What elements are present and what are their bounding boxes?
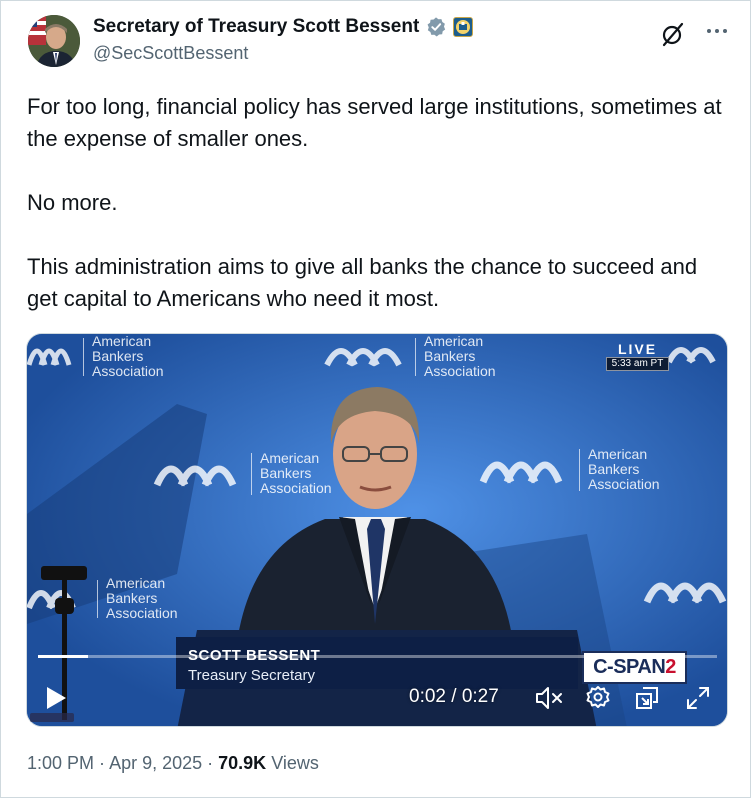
video-progress-bar[interactable]: [38, 655, 717, 658]
network-number: 2: [665, 656, 676, 678]
logo-divider: [97, 579, 98, 618]
aba-logo-icon: [666, 336, 727, 371]
aba-logo-icon: [643, 566, 727, 615]
views-count: 70.9K: [218, 753, 267, 773]
logo-text: American Bankers Association: [92, 333, 164, 379]
speaker-figure: [235, 387, 515, 659]
live-indicator: LIVE 5:33 am PT: [606, 341, 669, 371]
live-time: 5:33 am PT: [606, 357, 669, 371]
aba-logo-icon: [27, 335, 75, 378]
tweet-date[interactable]: Apr 9, 2025: [109, 753, 202, 773]
video-progress-fill: [38, 655, 89, 658]
avatar[interactable]: [28, 15, 80, 67]
author-handle[interactable]: @SecScottBessent: [93, 43, 248, 64]
corner-watermark: [30, 713, 74, 722]
backdrop-logo: American Bankers Association: [27, 334, 164, 379]
video-time: 0:02 / 0:27: [409, 686, 499, 707]
author-name[interactable]: Secretary of Treasury Scott Bessent: [93, 16, 419, 38]
views-label: Views: [266, 753, 319, 773]
author-name-line[interactable]: Secretary of Treasury Scott Bessent: [93, 15, 474, 39]
logo-divider: [83, 337, 84, 376]
expand-icon[interactable]: [684, 684, 712, 712]
tweet-card: Secretary of Treasury Scott Bessent @Sec…: [0, 0, 751, 798]
backdrop-logo: [643, 566, 727, 615]
logo-text: American Bankers Association: [588, 446, 660, 492]
logo-divider: [579, 448, 580, 491]
gear-icon[interactable]: [584, 684, 612, 712]
network-name: C-SPAN: [593, 656, 666, 678]
logo-text: American Bankers Association: [106, 575, 178, 621]
meta-separator: ·: [94, 753, 110, 773]
play-icon[interactable]: [43, 684, 69, 712]
verified-badge-icon[interactable]: [425, 16, 447, 38]
picture-in-picture-icon[interactable]: [633, 684, 661, 712]
lower-third-title: Treasury Secretary: [188, 667, 315, 684]
meta-separator: ·: [202, 753, 219, 773]
tweet-time[interactable]: 1:00 PM: [27, 753, 94, 773]
mute-icon[interactable]: [534, 685, 564, 711]
tweet-meta: 1:00 PM · Apr 9, 2025 · 70.9K Views: [27, 753, 319, 774]
grok-icon[interactable]: [660, 21, 686, 47]
treasury-seal-icon[interactable]: [453, 17, 474, 37]
live-label: LIVE: [617, 341, 658, 357]
lower-third: SCOTT BESSENT Treasury Secretary: [176, 637, 578, 689]
more-icon[interactable]: [704, 21, 730, 41]
tweet-text: For too long, financial policy has serve…: [27, 94, 722, 311]
backdrop-logo: [666, 336, 727, 371]
